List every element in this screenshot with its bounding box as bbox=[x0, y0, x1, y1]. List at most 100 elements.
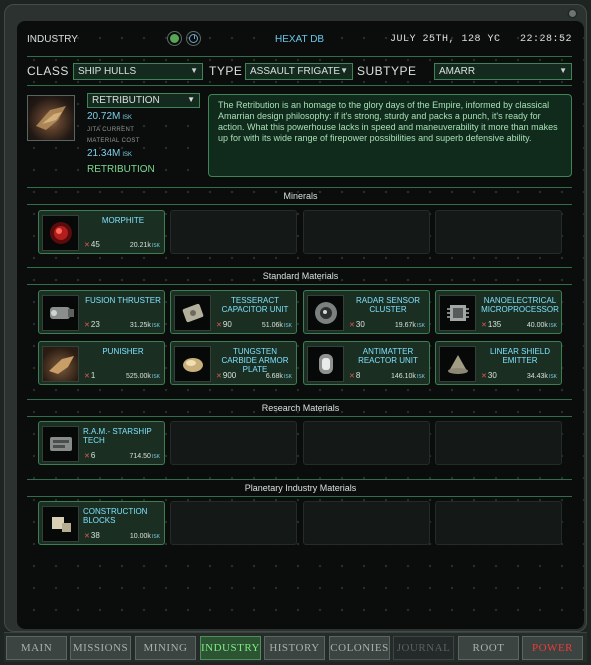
nav-mining[interactable]: MINING bbox=[135, 636, 196, 660]
material-price: 31.25kISK bbox=[130, 322, 160, 329]
material-qty: ✕30 bbox=[349, 320, 365, 329]
material-card[interactable]: CONSTRUCTION BLOCKS ✕38 10.00kISK bbox=[38, 501, 165, 545]
material-price: 6.68kISK bbox=[266, 373, 292, 380]
price-unit: ISK bbox=[548, 374, 557, 380]
online-status-icon[interactable] bbox=[167, 31, 182, 46]
nav-root[interactable]: ROOT bbox=[458, 636, 519, 660]
price-value: 20.21k bbox=[129, 242, 151, 249]
material-card[interactable]: FUSION THRUSTER ✕23 31.25kISK bbox=[38, 290, 165, 334]
jita-price-value: 20.72M bbox=[87, 111, 121, 122]
material-price: 714.50ISK bbox=[130, 453, 160, 460]
type-select[interactable]: ASSAULT FRIGATE ▼ bbox=[245, 63, 353, 80]
material-name: PUNISHER bbox=[102, 347, 144, 356]
material-card[interactable]: ANTIMATTER REACTOR UNIT ✕8 146.10kISK bbox=[303, 341, 430, 385]
product-select[interactable]: RETRIBUTION ▼ bbox=[87, 93, 200, 108]
device-frame: INDUSTRY HEXAT DB JULY 25TH, 128 YC 22:2… bbox=[4, 4, 587, 632]
jita-label: JITA CURRENT bbox=[87, 127, 135, 133]
chevron-down-icon: ▼ bbox=[187, 95, 195, 104]
price-value: 19.67k bbox=[394, 322, 416, 329]
qty-value: 900 bbox=[222, 371, 237, 380]
divider bbox=[27, 204, 572, 205]
material-cost-label: MATERIAL COST bbox=[87, 138, 140, 144]
price-unit: ISK bbox=[151, 243, 160, 249]
material-card[interactable]: NANOELECTRICAL MICROPROCESSOR ✕135 40.00… bbox=[435, 290, 562, 334]
subtype-select-value: AMARR bbox=[439, 66, 476, 77]
nav-history[interactable]: HISTORY bbox=[264, 636, 325, 660]
qty-value: 1 bbox=[90, 371, 96, 380]
material-cost-value: 21.34M bbox=[87, 148, 121, 159]
nav-colonies[interactable]: COLONIES bbox=[329, 636, 390, 660]
material-price: 51.06kISK bbox=[262, 322, 292, 329]
material-name: CONSTRUCTION BLOCKS bbox=[83, 507, 148, 525]
material-card[interactable]: RADAR SENSOR CLUSTER ✕30 19.67kISK bbox=[303, 290, 430, 334]
bottom-nav: MAIN MISSIONS MINING INDUSTRY HISTORY CO… bbox=[4, 632, 587, 662]
material-qty: ✕1 bbox=[84, 371, 96, 380]
sensor-icon bbox=[307, 295, 344, 331]
material-qty: ✕45 bbox=[84, 240, 100, 249]
type-label: TYPE bbox=[209, 64, 243, 78]
shield-emitter-icon bbox=[439, 346, 476, 382]
nav-missions[interactable]: MISSIONS bbox=[70, 636, 131, 660]
price-value: 51.06k bbox=[261, 322, 283, 329]
material-name: TUNGSTEN CARBIDE ARMOR PLATE bbox=[221, 347, 289, 374]
material-name: FUSION THRUSTER bbox=[85, 296, 161, 305]
material-card[interactable]: MORPHITE ✕45 20.21kISK bbox=[38, 210, 165, 254]
price-value: 714.50 bbox=[129, 453, 151, 460]
empty-slot bbox=[435, 421, 562, 465]
price-unit: ISK bbox=[151, 534, 160, 540]
price-value: 10.00k bbox=[129, 533, 151, 540]
clock-icon[interactable] bbox=[186, 31, 201, 46]
qty-value: 8 bbox=[355, 371, 361, 380]
price-value: 31.25k bbox=[129, 322, 151, 329]
material-price: 20.21kISK bbox=[130, 242, 160, 249]
qty-value: 90 bbox=[222, 320, 232, 329]
divider bbox=[27, 416, 572, 417]
class-select[interactable]: SHIP HULLS ▼ bbox=[73, 63, 203, 80]
nav-journal[interactable]: JOURNAL bbox=[393, 636, 454, 660]
nav-industry[interactable]: INDUSTRY bbox=[200, 636, 261, 660]
material-price: 40.00kISK bbox=[527, 322, 557, 329]
section-title-standard: Standard Materials bbox=[262, 271, 339, 281]
price-value: 40.00k bbox=[526, 322, 548, 329]
material-qty: ✕90 bbox=[216, 320, 232, 329]
empty-slot bbox=[170, 421, 297, 465]
section-title-planetary: Planetary Industry Materials bbox=[244, 483, 357, 493]
product-description: The Retribution is an homage to the glor… bbox=[208, 94, 572, 177]
divider bbox=[27, 85, 572, 86]
material-card[interactable]: TESSERACT CAPACITOR UNIT ✕90 51.06kISK bbox=[170, 290, 297, 334]
price-unit: ISK bbox=[283, 323, 292, 329]
subtype-label: SUBTYPE bbox=[357, 64, 417, 78]
material-qty: ✕135 bbox=[481, 320, 502, 329]
divider bbox=[27, 479, 572, 480]
section-title-research: Research Materials bbox=[261, 403, 340, 413]
date-time: JULY 25TH, 128 YC 22:28:52 bbox=[389, 34, 572, 45]
material-qty: ✕6 bbox=[84, 451, 96, 460]
material-name: ANTIMATTER REACTOR UNIT bbox=[358, 347, 418, 365]
material-price: 19.67kISK bbox=[395, 322, 425, 329]
reactor-icon bbox=[307, 346, 344, 382]
subtype-select[interactable]: AMARR ▼ bbox=[434, 63, 572, 80]
material-price: 10.00kISK bbox=[130, 533, 160, 540]
divider bbox=[27, 399, 572, 400]
divider bbox=[27, 284, 572, 285]
punisher-icon bbox=[42, 346, 79, 382]
jita-price-unit: ISK bbox=[122, 115, 133, 121]
material-name: LINEAR SHIELD EMITTER bbox=[489, 347, 551, 365]
qty-value: 30 bbox=[487, 371, 497, 380]
empty-slot bbox=[303, 210, 430, 254]
qty-value: 23 bbox=[90, 320, 100, 329]
nav-power[interactable]: POWER bbox=[522, 636, 583, 660]
price-unit: ISK bbox=[283, 374, 292, 380]
empty-slot bbox=[170, 501, 297, 545]
material-card[interactable]: LINEAR SHIELD EMITTER ✕30 34.43kISK bbox=[435, 341, 562, 385]
empty-slot bbox=[435, 210, 562, 254]
divider bbox=[27, 267, 572, 268]
material-card[interactable]: TUNGSTEN CARBIDE ARMOR PLATE ✕900 6.68kI… bbox=[170, 341, 297, 385]
material-qty: ✕8 bbox=[349, 371, 361, 380]
microprocessor-icon bbox=[439, 295, 476, 331]
nav-main[interactable]: MAIN bbox=[6, 636, 67, 660]
material-card[interactable]: R.A.M.- STARSHIP TECH ✕6 714.50ISK bbox=[38, 421, 165, 465]
material-card[interactable]: PUNISHER ✕1 525.00kISK bbox=[38, 341, 165, 385]
thruster-icon bbox=[42, 295, 79, 331]
empty-slot bbox=[170, 210, 297, 254]
